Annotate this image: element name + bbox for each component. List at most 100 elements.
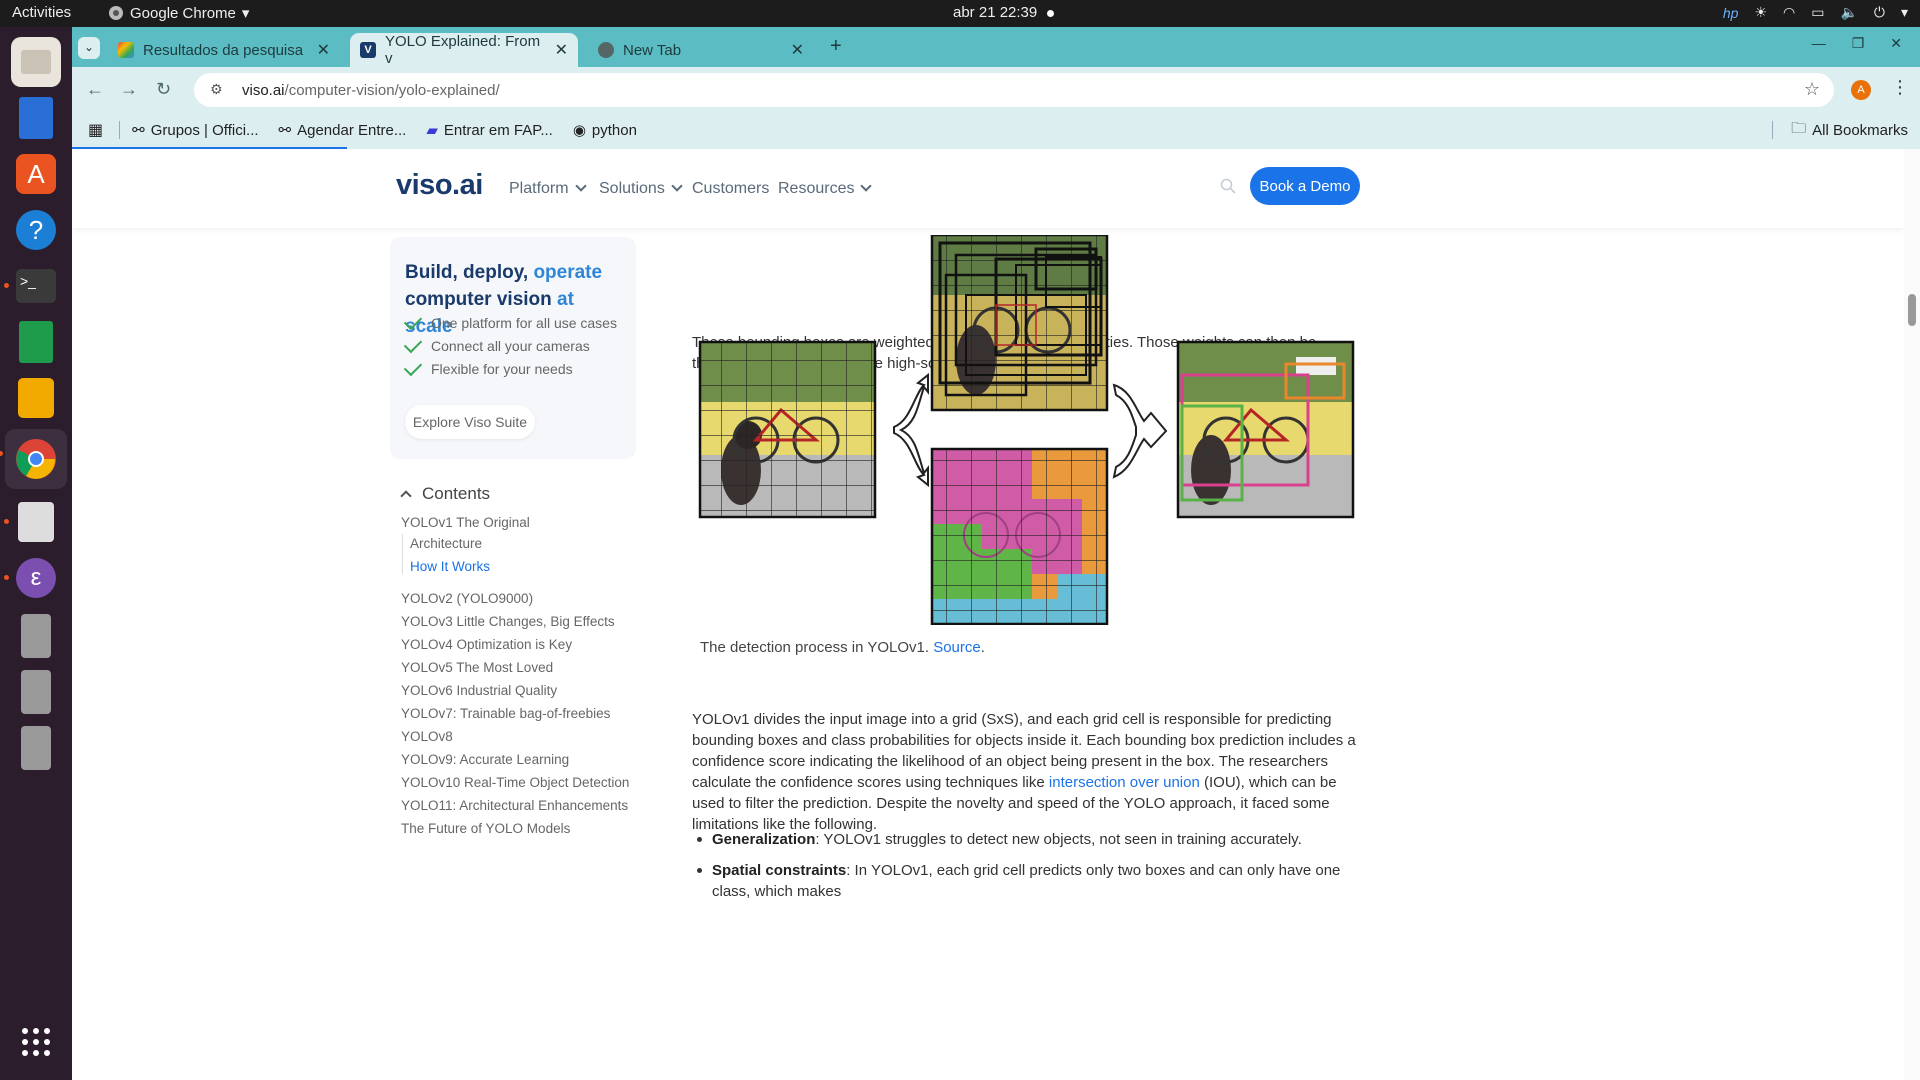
chevron-down-icon <box>671 180 683 192</box>
document-viewer-icon[interactable] <box>4 497 61 547</box>
nav-solutions[interactable]: Solutions <box>599 180 683 198</box>
web-page: viso.ai Platform Solutions Customers Res… <box>72 149 1920 1080</box>
bookmark-item[interactable]: ⚯ Agendar Entre... <box>278 121 407 140</box>
toc-item[interactable]: YOLOv9: Accurate Learning <box>401 752 569 767</box>
close-tab-icon[interactable]: ✕ <box>555 40 568 60</box>
app-menu[interactable]: Google Chrome ▾ <box>108 4 249 22</box>
toc-item[interactable]: Architecture <box>410 536 482 551</box>
usb-drive-icon[interactable] <box>11 723 61 773</box>
scrollbar-thumb[interactable] <box>1908 294 1916 326</box>
contents-toggle[interactable]: Contents <box>400 484 491 504</box>
site-info-icon[interactable]: ⚙ <box>210 81 223 98</box>
back-icon[interactable]: ← <box>86 79 104 100</box>
new-tab-button[interactable]: + <box>830 35 842 58</box>
folder-icon: 🗀 <box>1791 119 1807 137</box>
merge-arrow <box>1112 383 1168 479</box>
explore-button[interactable]: Explore Viso Suite <box>405 405 535 439</box>
bookmarks-bar: ▦ ⚯ Grupos | Offici... ⚯ Agendar Entre... … <box>72 111 1920 149</box>
maximize-icon[interactable]: ❐ <box>1852 35 1865 52</box>
bookmark-item[interactable]: ◉ python <box>573 121 637 140</box>
emacs-icon[interactable]: ε <box>4 553 61 603</box>
app-name: Google Chrome <box>130 4 236 22</box>
toolbar: ← → ↻ ⚙ viso.ai/computer-vision/yolo-exp… <box>72 67 1920 111</box>
nav-resources[interactable]: Resources <box>778 180 873 198</box>
minimize-icon[interactable]: — <box>1812 35 1826 52</box>
book-demo-button[interactable]: Book a Demo <box>1250 167 1360 205</box>
star-icon[interactable]: ☆ <box>1804 79 1820 100</box>
window-controls: — ❐ ✕ <box>1812 35 1902 52</box>
toc-item[interactable]: YOLOv5 The Most Loved <box>401 660 553 675</box>
chevron-up-icon <box>400 490 412 502</box>
tab-yolo[interactable]: V YOLO Explained: From v ✕ <box>350 33 578 67</box>
search-icon[interactable] <box>1220 178 1236 194</box>
terminal-icon[interactable]: >_ <box>4 261 61 311</box>
source-link[interactable]: Source <box>933 639 981 656</box>
contents-title: Contents <box>422 484 491 503</box>
apps-icon[interactable]: ▦ <box>88 120 103 140</box>
bookmark-item[interactable]: ▰ Entrar em FAP... <box>426 121 553 140</box>
page-scrollbar[interactable] <box>1904 149 1920 1080</box>
feature-label: Flexible for your needs <box>431 361 573 377</box>
nav-label: Platform <box>509 180 569 197</box>
toc-item[interactable]: YOLOv4 Optimization is Key <box>401 637 572 652</box>
forward-icon[interactable]: → <box>120 79 138 100</box>
toc-divider <box>402 534 403 574</box>
iou-link[interactable]: intersection over union <box>1049 774 1200 791</box>
nav-platform[interactable]: Platform <box>509 180 587 198</box>
clock[interactable]: abr 21 22:39 <box>953 4 1055 21</box>
toc-item[interactable]: YOLO11: Architectural Enhancements <box>401 798 628 813</box>
wifi-icon: ◠ <box>1783 4 1796 20</box>
activities-button[interactable]: Activities <box>12 4 71 21</box>
toc-item[interactable]: The Future of YOLO Models <box>401 821 570 836</box>
gmail-icon <box>118 42 134 58</box>
usb-drive-icon[interactable] <box>11 611 61 661</box>
site-logo[interactable]: viso.ai <box>396 169 483 202</box>
toc-item-active[interactable]: How It Works <box>410 559 490 574</box>
toc-item[interactable]: YOLOv3 Little Changes, Big Effects <box>401 614 615 629</box>
brightness-icon: ☀ <box>1754 4 1767 20</box>
help-icon[interactable]: ? <box>11 205 61 255</box>
close-window-icon[interactable]: ✕ <box>1890 35 1902 52</box>
toc-item[interactable]: YOLOv6 Industrial Quality <box>401 683 557 698</box>
feature-item: Flexible for your needs <box>403 357 573 377</box>
app-center-icon[interactable]: A <box>11 149 61 199</box>
flag-icon: ▰ <box>426 122 438 139</box>
toc-item[interactable]: YOLOv8 <box>401 729 453 744</box>
toc-item[interactable]: YOLOv1 The Original <box>401 515 530 530</box>
power-icon: ⏻ <box>1873 4 1885 20</box>
nav-customers[interactable]: Customers <box>692 180 769 198</box>
calc-icon[interactable] <box>11 317 61 367</box>
close-tab-icon[interactable]: ✕ <box>317 40 330 60</box>
toc-item[interactable]: YOLOv10 Real-Time Object Detection <box>401 775 629 790</box>
tab-label: New Tab <box>623 41 682 59</box>
close-tab-icon[interactable]: ✕ <box>791 40 804 60</box>
tab-search-button[interactable]: ⌄ <box>78 37 100 59</box>
link-icon: ⚯ <box>278 122 292 139</box>
files-icon[interactable] <box>11 37 61 87</box>
address-bar[interactable]: ⚙ viso.ai/computer-vision/yolo-explained… <box>194 73 1834 107</box>
keyboard-icon: ▭ <box>1811 4 1825 20</box>
chrome-dock-icon[interactable] <box>0 429 67 489</box>
usb-drive-icon[interactable] <box>11 667 61 717</box>
dock: A ? >_ ε <box>0 27 72 1080</box>
nav-label: Resources <box>778 180 855 197</box>
menu-icon[interactable]: ⋮ <box>1891 77 1909 98</box>
bookmark-item[interactable]: ⚯ Grupos | Offici... <box>132 121 258 140</box>
list-item-title: Spatial constraints <box>712 862 847 879</box>
tab-gmail[interactable]: Resultados da pesquisa ✕ <box>108 33 340 67</box>
show-apps-icon[interactable] <box>11 1017 61 1067</box>
writer-icon[interactable] <box>11 93 61 143</box>
toc-item[interactable]: YOLOv2 (YOLO9000) <box>401 591 533 606</box>
site-header: viso.ai Platform Solutions Customers Res… <box>72 149 1904 228</box>
reload-icon[interactable]: ↻ <box>156 79 171 100</box>
calculator-icon[interactable] <box>11 373 61 423</box>
list-item: Generalization: YOLOv1 struggles to dete… <box>692 829 1372 850</box>
bookmark-label: Entrar em FAP... <box>443 121 553 139</box>
profile-avatar[interactable]: A <box>1851 80 1871 100</box>
feature-item: Connect all your cameras <box>403 334 590 354</box>
tab-new[interactable]: New Tab ✕ <box>588 33 814 67</box>
system-tray[interactable]: hp ☀ ◠ ▭ 🔈 ⏻ ▾ <box>1723 4 1908 21</box>
divider <box>119 121 121 139</box>
toc-item[interactable]: YOLOv7: Trainable bag-of-freebies <box>401 706 610 721</box>
all-bookmarks[interactable]: 🗀 All Bookmarks <box>1772 118 1908 143</box>
